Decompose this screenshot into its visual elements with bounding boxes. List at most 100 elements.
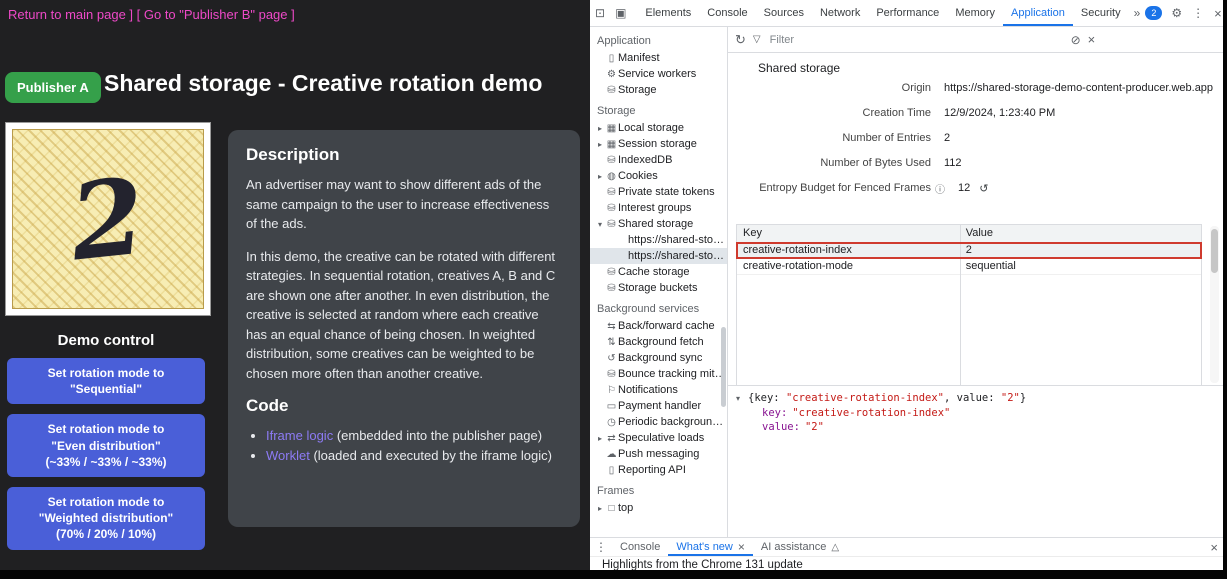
- sidebar-item-storage-buckets[interactable]: Storage buckets: [590, 280, 727, 296]
- database-icon: [605, 203, 618, 214]
- sidebar-item-back-forward-cache[interactable]: Back/forward cache: [590, 318, 727, 334]
- worklet-link[interactable]: Worklet: [266, 448, 310, 463]
- meta-label: Number of Bytes Used: [736, 157, 931, 169]
- more-tabs-icon[interactable]: [1129, 6, 1146, 20]
- info-icon: [935, 181, 945, 196]
- drawer-tab-label: What's new: [676, 541, 733, 553]
- delete-selected-icon[interactable]: [1088, 32, 1096, 47]
- sidebar-item-service-workers[interactable]: Service workers: [590, 66, 727, 82]
- column-header-value[interactable]: Value: [960, 225, 1201, 242]
- column-header-key[interactable]: Key: [737, 225, 960, 242]
- preview-property-key: key:"creative-rotation-index": [736, 406, 1223, 420]
- sidebar-item-top-frame[interactable]: top: [590, 500, 727, 516]
- sidebar-item-session-storage[interactable]: Session storage: [590, 136, 727, 152]
- sidebar-item-manifest[interactable]: Manifest: [590, 50, 727, 66]
- shared-storage-panel: Shared storage Originhttps://shared-stor…: [728, 27, 1223, 537]
- sidebar-item-bounce-tracking[interactable]: Bounce tracking miti…: [590, 366, 727, 382]
- ai-icon: [831, 542, 839, 553]
- nav-separator: ] [: [126, 7, 144, 22]
- tab-elements[interactable]: Elements: [637, 0, 699, 26]
- settings-gear-icon[interactable]: [1166, 6, 1187, 20]
- sidebar-item-private-state-tokens[interactable]: Private state tokens: [590, 184, 727, 200]
- tab-memory[interactable]: Memory: [947, 0, 1003, 26]
- expand-arrow-icon[interactable]: [595, 504, 605, 513]
- meta-row-entropy-budget: Entropy Budget for Fenced Frames12: [736, 181, 1223, 195]
- meta-row-origin: Originhttps://shared-storage-demo-conten…: [736, 81, 1223, 95]
- nav-separator-end: ]: [288, 7, 295, 22]
- swap-arrows-icon: [605, 321, 618, 332]
- description-heading: Description: [246, 145, 562, 165]
- card-icon: [605, 401, 618, 412]
- sidebar-item-reporting-api[interactable]: Reporting API: [590, 462, 727, 478]
- database-icon: [605, 219, 618, 230]
- set-sequential-button[interactable]: Set rotation mode to "Sequential": [7, 358, 205, 404]
- frame-icon: [605, 503, 618, 514]
- expand-arrow-icon[interactable]: [595, 434, 605, 443]
- sidebar-item-background-fetch[interactable]: Background fetch: [590, 334, 727, 350]
- sidebar-item-local-storage[interactable]: Local storage: [590, 120, 727, 136]
- expand-arrow-icon[interactable]: [595, 124, 605, 133]
- sidebar-item-storage[interactable]: Storage: [590, 82, 727, 98]
- device-toolbar-icon[interactable]: [610, 6, 631, 20]
- screen-right-edge: [1223, 0, 1227, 579]
- drawer-tab-console[interactable]: Console: [612, 538, 668, 556]
- devtools-menu-icon[interactable]: [1187, 6, 1209, 20]
- sidebar-scrollbar[interactable]: [721, 327, 726, 407]
- ad-creative[interactable]: 2: [5, 122, 211, 316]
- description-paragraph-2: In this demo, the creative can be rotate…: [246, 247, 562, 384]
- expand-arrow-icon[interactable]: [595, 140, 605, 149]
- sidebar-item-notifications[interactable]: Notifications: [590, 382, 727, 398]
- drawer-menu-icon[interactable]: [590, 540, 612, 554]
- sidebar-item-push-messaging[interactable]: Push messaging: [590, 446, 727, 462]
- sidebar-item-shared-storage-origin-1[interactable]: https://shared-storage…: [590, 232, 727, 248]
- drawer-tab-label: AI assistance: [761, 541, 826, 553]
- table-row-creative-rotation-index[interactable]: creative-rotation-index 2: [737, 243, 1201, 259]
- description-panel: Description An advertiser may want to sh…: [228, 130, 580, 527]
- drawer-tab-whats-new[interactable]: What's new: [668, 538, 753, 556]
- set-even-distribution-button[interactable]: Set rotation mode to "Even distribution"…: [7, 414, 205, 477]
- publisher-b-link[interactable]: Go to "Publisher B" page: [144, 7, 288, 22]
- clear-all-icon[interactable]: [1071, 33, 1081, 47]
- sidebar-item-shared-storage[interactable]: Shared storage: [590, 216, 727, 232]
- table-row-creative-rotation-mode[interactable]: creative-rotation-mode sequential: [737, 259, 1201, 275]
- tab-network[interactable]: Network: [812, 0, 868, 26]
- sidebar-item-payment-handler[interactable]: Payment handler: [590, 398, 727, 414]
- tab-console[interactable]: Console: [699, 0, 755, 26]
- expand-arrow-icon[interactable]: [595, 172, 605, 181]
- database-icon: [605, 283, 618, 294]
- sidebar-item-cookies[interactable]: Cookies: [590, 168, 727, 184]
- inspect-icon[interactable]: [590, 6, 610, 20]
- scrollbar-thumb[interactable]: [1211, 229, 1218, 273]
- tab-security[interactable]: Security: [1073, 0, 1129, 26]
- table-cell-key: creative-rotation-index: [737, 243, 960, 258]
- cookie-icon: [605, 171, 618, 182]
- sidebar-item-shared-storage-origin-2[interactable]: https://shared-storage…: [590, 248, 727, 264]
- close-tab-icon[interactable]: [738, 540, 745, 554]
- database-icon: [605, 187, 618, 198]
- table-cell-key: creative-rotation-mode: [737, 259, 960, 274]
- drawer-close-icon[interactable]: [1205, 540, 1223, 555]
- meta-row-bytes-used: Number of Bytes Used112: [736, 156, 1223, 170]
- iframe-logic-link[interactable]: Iframe logic: [266, 428, 333, 443]
- set-weighted-distribution-button[interactable]: Set rotation mode to "Weighted distribut…: [7, 487, 205, 550]
- drawer-tab-ai-assistance[interactable]: AI assistance: [753, 538, 847, 556]
- issues-badge[interactable]: 2: [1145, 6, 1162, 20]
- tab-application[interactable]: Application: [1003, 0, 1073, 26]
- table-scrollbar[interactable]: [1210, 226, 1219, 383]
- tab-sources[interactable]: Sources: [756, 0, 812, 26]
- sidebar-item-indexeddb[interactable]: IndexedDB: [590, 152, 727, 168]
- refresh-icon[interactable]: [735, 32, 746, 48]
- collapse-arrow-icon[interactable]: [595, 220, 605, 229]
- filter-input[interactable]: [768, 33, 1064, 47]
- button-line: "Sequential": [15, 381, 197, 397]
- sidebar-item-cache-storage[interactable]: Cache storage: [590, 264, 727, 280]
- publisher-page: Return to main page ] [ Go to "Publisher…: [0, 0, 590, 579]
- sidebar-item-interest-groups[interactable]: Interest groups: [590, 200, 727, 216]
- sidebar-item-speculative-loads[interactable]: Speculative loads: [590, 430, 727, 446]
- expander-icon[interactable]: [736, 392, 748, 406]
- tab-performance[interactable]: Performance: [868, 0, 947, 26]
- sidebar-item-periodic-background-sync[interactable]: Periodic backgroun…: [590, 414, 727, 430]
- reset-budget-icon[interactable]: [979, 182, 988, 195]
- return-main-link[interactable]: Return to main page: [8, 7, 126, 22]
- sidebar-item-background-sync[interactable]: Background sync: [590, 350, 727, 366]
